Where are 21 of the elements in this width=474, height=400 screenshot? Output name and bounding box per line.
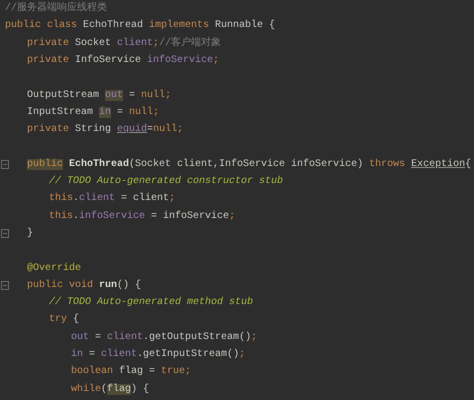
- code-line: try {: [49, 313, 80, 326]
- fold-icon[interactable]: [1, 160, 9, 169]
- code-line: // TODO Auto-generated method stub: [49, 296, 254, 310]
- code-line: this.client = client;: [49, 192, 176, 206]
- code-line: InputStream in = null;: [27, 106, 160, 119]
- fold-icon[interactable]: [1, 228, 9, 238]
- code-line: boolean flag = true;: [71, 365, 192, 378]
- fold-icon[interactable]: [1, 280, 9, 290]
- code-line: private InfoService infoService;: [27, 54, 220, 68]
- code-line: public class EchoThread implements Runnable {: [5, 19, 276, 32]
- code-line: public void run() {: [27, 278, 142, 292]
- code-line: in = client.getInputStream();: [71, 348, 246, 362]
- code-line: private Socket client;//客户端对象: [27, 36, 222, 50]
- code-line: while(flag) {: [71, 382, 150, 396]
- code-line: this.infoService = infoService;: [49, 210, 236, 223]
- code-line: out = client.getOutputStream();: [71, 330, 258, 344]
- code-line: // TODO Auto-generated constructor stub: [49, 175, 284, 188]
- code-line: OutputStream out = null;: [27, 88, 172, 102]
- code-line: }: [27, 227, 34, 240]
- code-line: //服务器端响应线程类: [5, 2, 108, 16]
- code-line: @Override: [27, 262, 82, 275]
